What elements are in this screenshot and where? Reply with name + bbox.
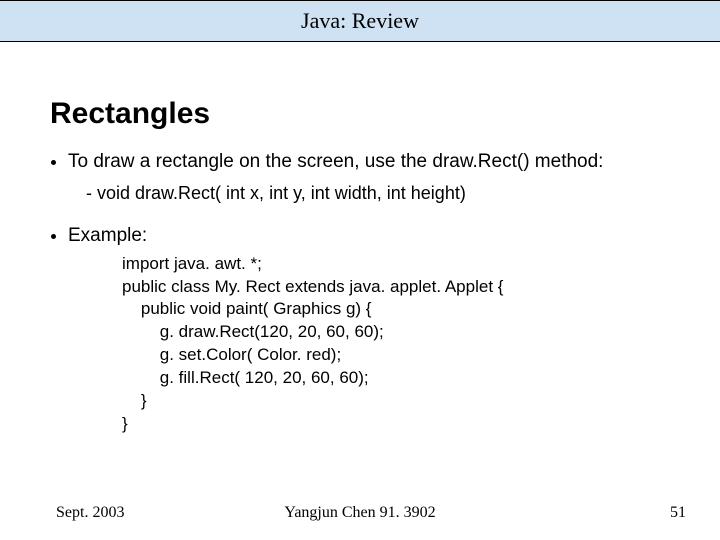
bullet-list: To draw a rectangle on the screen, use t… [68,149,680,436]
slide-heading: Rectangles [50,97,680,131]
bullet-item: To draw a rectangle on the screen, use t… [68,149,680,205]
sub-list: void draw.Rect( int x, int y, int width,… [86,181,680,205]
bullet-text: To draw a rectangle on the screen, use t… [68,151,603,172]
bullet-item: Example: import java. awt. *; public cla… [68,223,680,436]
title-bar: Java: Review [0,0,720,42]
footer-page-number: 51 [670,504,686,522]
bullet-text: Example: [68,225,147,246]
sub-item: void draw.Rect( int x, int y, int width,… [86,181,680,205]
footer-author: Yangjun Chen 91. 3902 [0,504,720,522]
title-bar-text: Java: Review [301,8,419,34]
code-block: import java. awt. *; public class My. Re… [122,253,680,437]
slide-content: Rectangles To draw a rectangle on the sc… [0,42,720,436]
slide: Java: Review Rectangles To draw a rectan… [0,0,720,540]
